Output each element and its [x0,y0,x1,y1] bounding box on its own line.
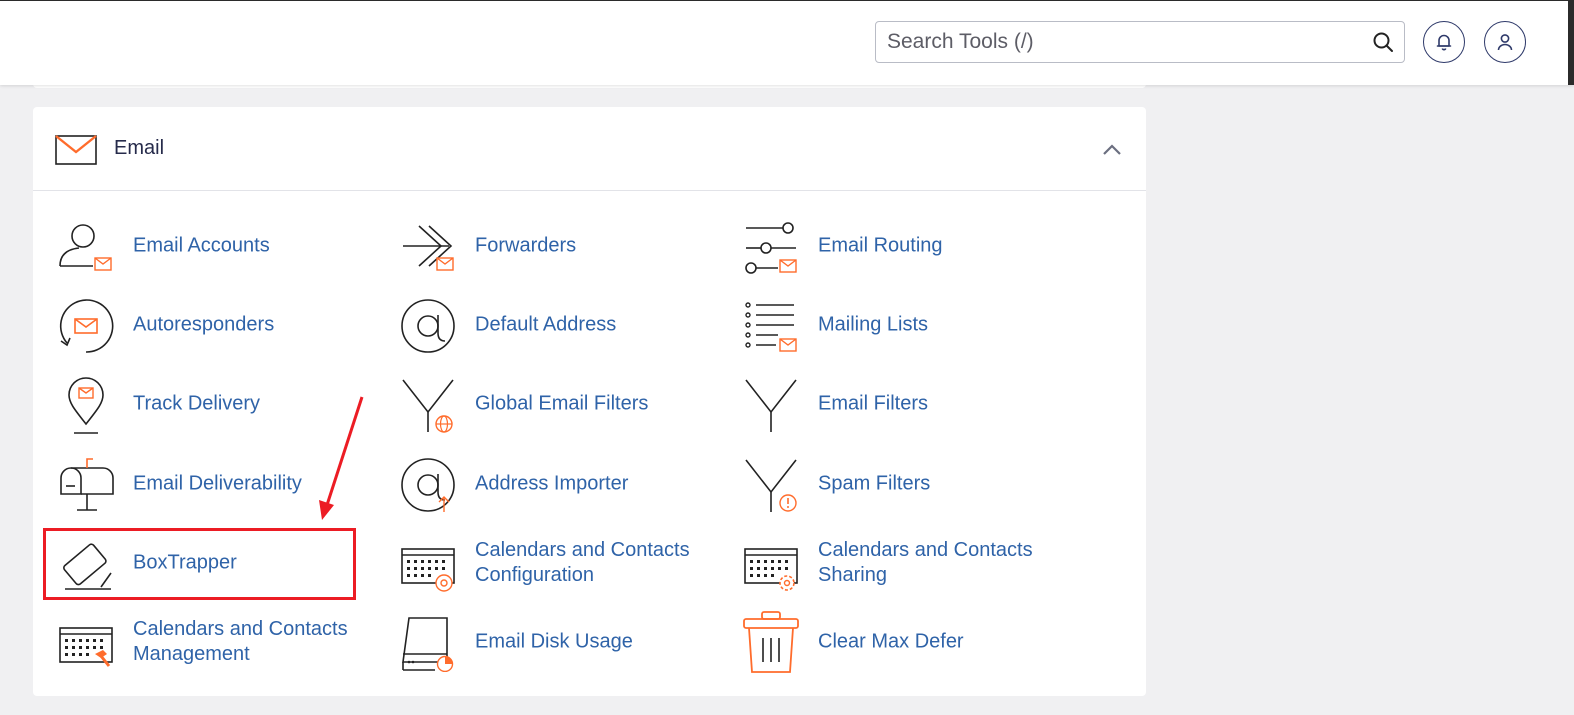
top-bar [0,0,1574,85]
tool-autoresponders[interactable]: Autoresponders [57,293,387,357]
tool-email-deliverability[interactable]: Email Deliverability [57,452,387,516]
at-import-icon [401,458,455,512]
tool-calendars-contacts-sharing[interactable]: Calendars and Contacts Sharing [742,531,1072,595]
tool-spam-filters[interactable]: Spam Filters [742,452,1072,516]
tool-forwarders[interactable]: Forwarders [399,214,729,278]
filter-globe-icon [402,379,454,433]
tool-email-filters[interactable]: Email Filters [742,372,1072,436]
tool-label[interactable]: Global Email Filters [475,392,725,417]
tool-label[interactable]: Email Routing [818,234,1068,259]
window-edge [1568,1,1574,85]
search-box[interactable] [875,21,1405,63]
tool-clear-max-defer[interactable]: Clear Max Defer [742,610,1072,674]
tool-label[interactable]: BoxTrapper [133,551,383,576]
tool-calendars-contacts-management[interactable]: Calendars and Contacts Management [57,610,387,674]
tool-label[interactable]: Calendars and Contacts Management [133,617,383,667]
tool-label[interactable]: Calendars and Contacts Sharing [818,538,1068,588]
user-icon [1497,34,1513,51]
tool-label[interactable]: Address Importer [475,472,725,497]
routing-icon [745,222,797,274]
filter-alert-icon [745,459,797,512]
tool-label[interactable]: Calendars and Contacts Configuration [475,538,725,588]
tool-email-accounts[interactable]: Email Accounts [57,214,387,278]
tool-label[interactable]: Autoresponders [133,313,383,338]
at-sign-icon [401,299,455,353]
notifications-button[interactable] [1423,21,1465,63]
search-icon[interactable] [1372,31,1394,53]
tool-global-email-filters[interactable]: Global Email Filters [399,372,729,436]
tool-label[interactable]: Forwarders [475,234,725,259]
disk-usage-icon [402,617,454,672]
user-menu-button[interactable] [1484,21,1526,63]
envelope-icon [55,135,97,165]
tool-email-routing[interactable]: Email Routing [742,214,1072,278]
tool-track-delivery[interactable]: Track Delivery [57,372,387,436]
tool-label[interactable]: Default Address [475,313,725,338]
forward-arrow-icon [403,225,454,271]
tool-boxtrapper[interactable]: BoxTrapper [57,531,387,595]
mailbox-icon [60,458,114,511]
tool-label[interactable]: Email Filters [818,392,1068,417]
tool-label[interactable]: Mailing Lists [818,313,1068,338]
section-title: Email [114,137,165,159]
calendar-at-icon [401,548,455,592]
tool-address-importer[interactable]: Address Importer [399,452,729,516]
tool-label[interactable]: Spam Filters [818,472,1068,497]
filter-icon [745,379,797,432]
email-section-header[interactable]: Email [33,107,1146,191]
eraser-icon [63,543,112,590]
tool-calendars-contacts-configuration[interactable]: Calendars and Contacts Configuration [399,531,729,595]
trash-icon [743,611,799,673]
tool-label[interactable]: Email Disk Usage [475,630,725,655]
tool-default-address[interactable]: Default Address [399,293,729,357]
tool-label[interactable]: Email Accounts [133,234,383,259]
autoresponder-icon [59,299,114,353]
tool-label[interactable]: Email Deliverability [133,472,383,497]
tool-email-disk-usage[interactable]: Email Disk Usage [399,610,729,674]
user-mail-icon [59,224,112,271]
location-pin-icon [68,377,104,434]
tool-mailing-lists[interactable]: Mailing Lists [742,293,1072,357]
bell-icon [1436,34,1452,51]
calendar-hammer-icon [59,627,113,667]
calendar-gear-icon [744,548,798,591]
tool-label[interactable]: Clear Max Defer [818,630,1068,655]
chevron-up-icon[interactable] [1101,143,1123,157]
search-input[interactable] [876,22,1367,62]
tool-label[interactable]: Track Delivery [133,392,383,417]
list-mail-icon [745,302,797,352]
